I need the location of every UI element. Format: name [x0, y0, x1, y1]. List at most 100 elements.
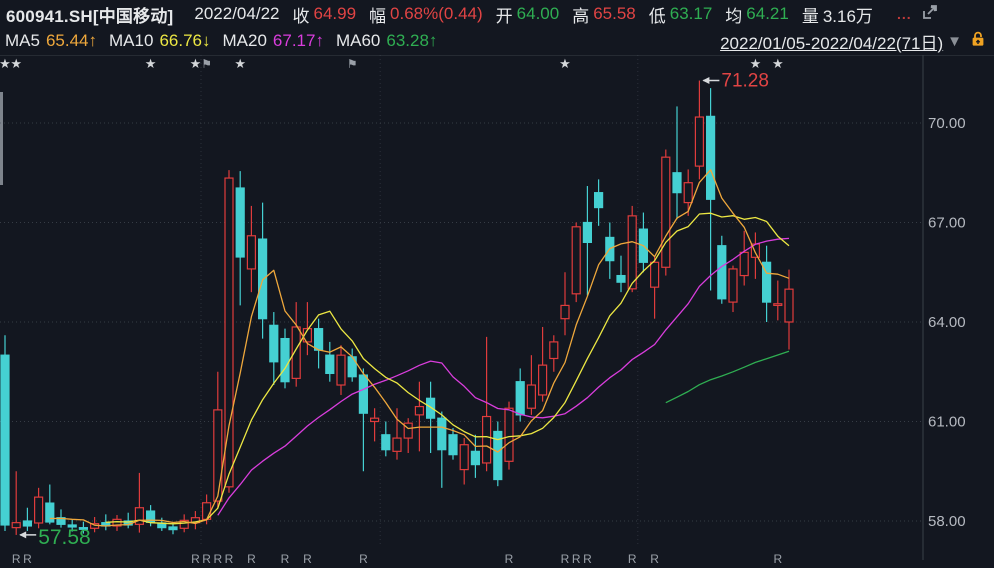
ma10-line [106, 213, 789, 524]
r-day-marker: R [359, 552, 368, 566]
candle-body-up [337, 355, 345, 385]
avg-label: 均 [725, 2, 742, 27]
candle-body-down [516, 382, 524, 415]
candle-body-down [427, 398, 435, 418]
ma5-label: MA5 [5, 31, 40, 51]
more-menu-dots[interactable]: ... [897, 6, 912, 22]
star-event-marker: ★ [750, 56, 762, 71]
candle-body-up [527, 385, 535, 408]
candle-body-down [718, 246, 726, 299]
candle-body-up [774, 304, 782, 306]
r-day-marker: R [572, 552, 581, 566]
r-day-marker: R [505, 552, 514, 566]
ma5-line [50, 170, 789, 526]
low-value: 63.17 [670, 4, 713, 24]
quote-header-bar: 600941.SH[中国移动] 2022/04/22 收 64.99 幅 0.6… [0, 0, 994, 28]
ma60-line [666, 351, 789, 403]
candle-body-down [617, 276, 625, 283]
change-label: 幅 [369, 2, 386, 27]
high-arrow-head [702, 77, 709, 84]
ma60-label: MA60 [336, 31, 380, 51]
candle-body-down [438, 418, 446, 450]
candle-body-up [415, 407, 423, 415]
candle-body-down [259, 239, 267, 319]
star-event-marker: ★ [559, 56, 571, 71]
y-axis-tick-label: 70.00 [928, 115, 966, 132]
r-day-marker: R [247, 552, 256, 566]
r-day-marker: R [773, 552, 782, 566]
r-day-marker: R [650, 552, 659, 566]
candle-body-down [595, 193, 603, 208]
candle-body-down [1, 355, 9, 525]
kline-chart[interactable]: 70.0067.0064.0061.0058.0071.2857.58★★★★★… [0, 55, 994, 568]
candle-body-down [236, 188, 244, 257]
star-event-marker: ★ [145, 56, 157, 71]
ma5-value: 65.44↑ [46, 31, 97, 51]
star-event-marker: ★ [0, 56, 11, 71]
candle-body-up [371, 418, 379, 421]
r-day-marker: R [12, 552, 21, 566]
high-price-annotation: 71.28 [721, 71, 769, 92]
r-day-marker: R [281, 552, 290, 566]
avg-value: 64.21 [746, 4, 789, 24]
candle-body-up [729, 269, 737, 302]
volume-label: 量 [802, 2, 819, 27]
y-axis-tick-label: 58.00 [928, 513, 966, 530]
close-value: 64.99 [313, 4, 356, 24]
candle-body-up [460, 445, 468, 470]
kline-chart-area[interactable]: 70.0067.0064.0061.0058.0071.2857.58★★★★★… [0, 55, 994, 568]
r-day-marker: R [23, 552, 32, 566]
candle-body-up [785, 289, 793, 322]
y-axis-tick-label: 61.00 [928, 414, 966, 431]
candle-body-up [628, 216, 636, 289]
candle-body-up [550, 342, 558, 359]
ma20-label: MA20 [222, 31, 266, 51]
flag-event-marker: ⚑ [201, 57, 212, 71]
left-edge-bar [0, 92, 3, 185]
candle-body-up [483, 417, 491, 463]
candle-body-up [505, 408, 513, 461]
candle-body-down [673, 173, 681, 193]
candle-body-down [359, 375, 367, 413]
ma10-value: 66.76↓ [159, 31, 210, 51]
candle-body-up [684, 183, 692, 203]
low-price-annotation: 57.58 [38, 526, 91, 549]
candle-body-up [247, 236, 255, 269]
trading-terminal: 600941.SH[中国移动] 2022/04/22 收 64.99 幅 0.6… [0, 0, 994, 568]
candle-body-down [270, 325, 278, 361]
candle-body-down [23, 521, 31, 526]
low-label: 低 [649, 2, 666, 27]
candle-body-down [382, 435, 390, 450]
close-label: 收 [292, 2, 309, 27]
change-value: 0.68%(0.44) [390, 4, 483, 24]
star-event-marker: ★ [772, 56, 784, 71]
candle-body-up [695, 117, 703, 166]
date-range-selector[interactable]: 2022/01/05-2022/04/22(71日) [720, 29, 943, 54]
star-event-marker: ★ [234, 56, 246, 71]
high-value: 65.58 [593, 4, 636, 24]
flag-event-marker: ⚑ [347, 57, 358, 71]
candle-body-up [740, 252, 748, 275]
ma-indicator-bar: MA5 65.44↑ MA10 66.76↓ MA20 67.17↑ MA60 … [0, 27, 994, 56]
candle-body-down [449, 435, 457, 455]
candle-body-up [539, 365, 547, 395]
quote-date: 2022/04/22 [194, 4, 279, 24]
candle-body-up [662, 157, 670, 267]
ma10-label: MA10 [109, 31, 153, 51]
candle-body-up [572, 227, 580, 294]
lock-scale-icon[interactable] [970, 30, 986, 52]
candle-body-down [471, 451, 479, 464]
open-value: 64.00 [517, 4, 560, 24]
candle-body-down [169, 527, 177, 530]
symbol-title: 600941.SH[中国移动] [6, 2, 173, 27]
low-arrow-head [19, 531, 26, 538]
high-label: 高 [572, 2, 589, 27]
popout-icon[interactable] [920, 2, 940, 27]
ma20-value: 67.17↑ [273, 31, 324, 51]
r-day-marker: R [628, 552, 637, 566]
candle-body-up [214, 410, 222, 501]
r-day-marker: R [561, 552, 570, 566]
chevron-down-icon[interactable]: ▼ [947, 33, 962, 50]
star-event-marker: ★ [10, 56, 22, 71]
r-day-marker: R [213, 552, 222, 566]
